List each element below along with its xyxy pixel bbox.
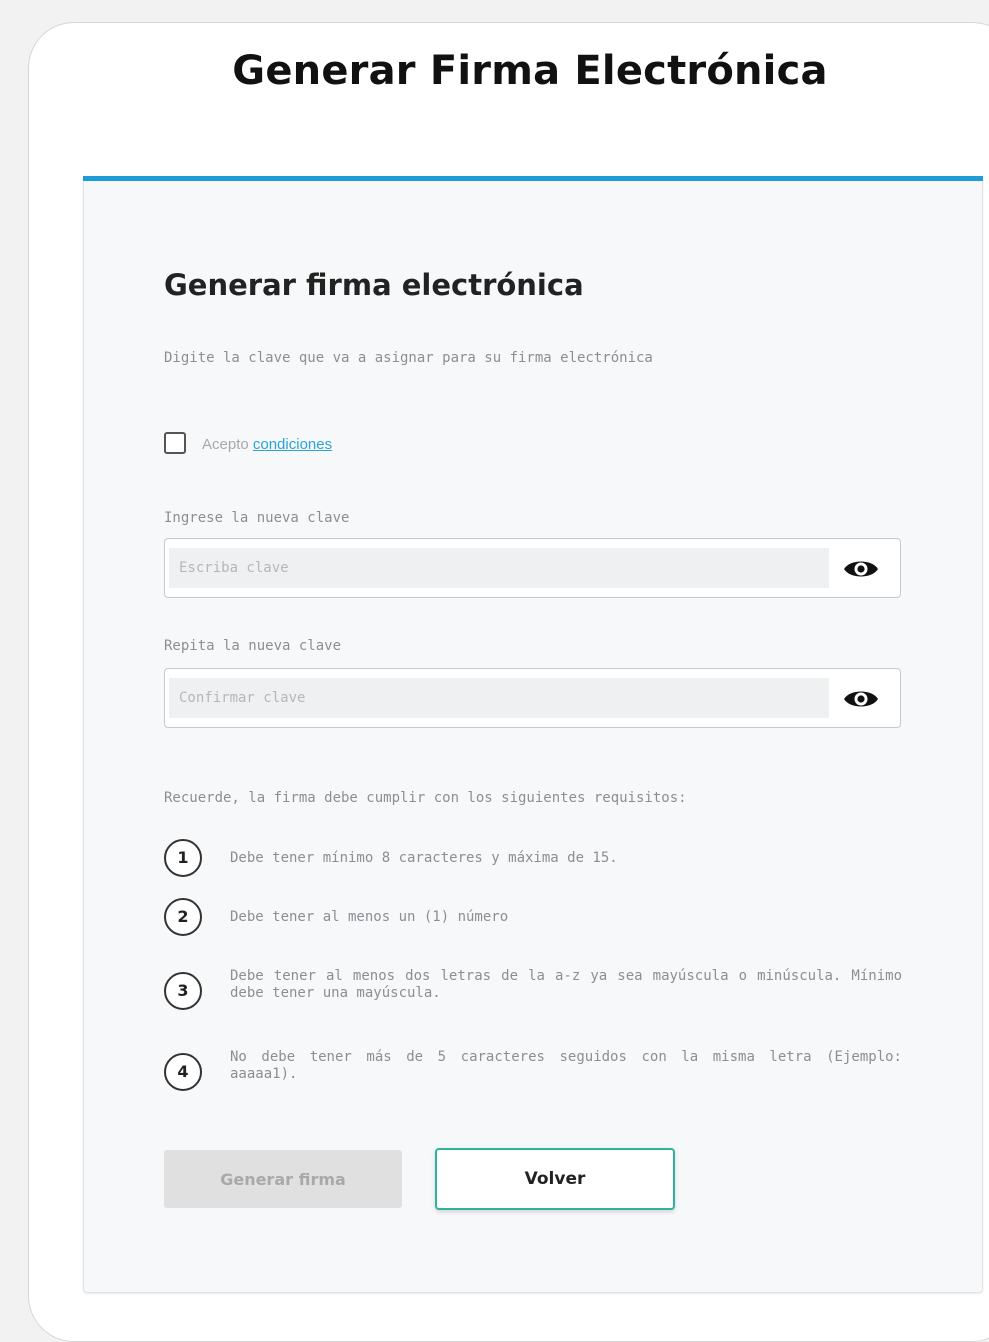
requirement-number: 2 xyxy=(164,898,202,936)
confirm-password-input[interactable] xyxy=(169,678,829,718)
requirement-text: Debe tener mínimo 8 caracteres y máxima … xyxy=(230,850,618,866)
accept-conditions-checkbox[interactable] xyxy=(164,432,186,454)
eye-icon[interactable] xyxy=(842,557,880,581)
confirm-password-field xyxy=(164,668,901,728)
form-title: Generar firma electrónica xyxy=(164,268,584,302)
requirement-text: Debe tener al menos dos letras de la a-z… xyxy=(230,968,902,1001)
new-password-input[interactable] xyxy=(169,548,829,588)
new-password-label: Ingrese la nueva clave xyxy=(164,510,350,526)
requirement-number: 4 xyxy=(164,1053,202,1091)
accept-prefix: Acepto xyxy=(202,436,249,453)
page-title: Generar Firma Electrónica xyxy=(232,48,828,94)
generate-signature-button[interactable]: Generar firma xyxy=(164,1150,402,1208)
accept-conditions-label: Acepto condiciones xyxy=(202,436,332,453)
eye-icon[interactable] xyxy=(842,687,880,711)
requirement-number: 3 xyxy=(164,972,202,1010)
form-card xyxy=(83,181,983,1293)
requirements-intro: Recuerde, la firma debe cumplir con los … xyxy=(164,790,687,806)
requirement-text: Debe tener al menos un (1) número xyxy=(230,909,509,925)
instructions-text: Digite la clave que va a asignar para su… xyxy=(164,350,653,366)
back-button[interactable]: Volver xyxy=(435,1148,675,1210)
requirement-text: No debe tener más de 5 caracteres seguid… xyxy=(230,1049,902,1082)
requirement-number: 1 xyxy=(164,839,202,877)
new-password-field xyxy=(164,538,901,598)
conditions-link[interactable]: condiciones xyxy=(253,436,332,453)
confirm-password-label: Repita la nueva clave xyxy=(164,638,342,654)
